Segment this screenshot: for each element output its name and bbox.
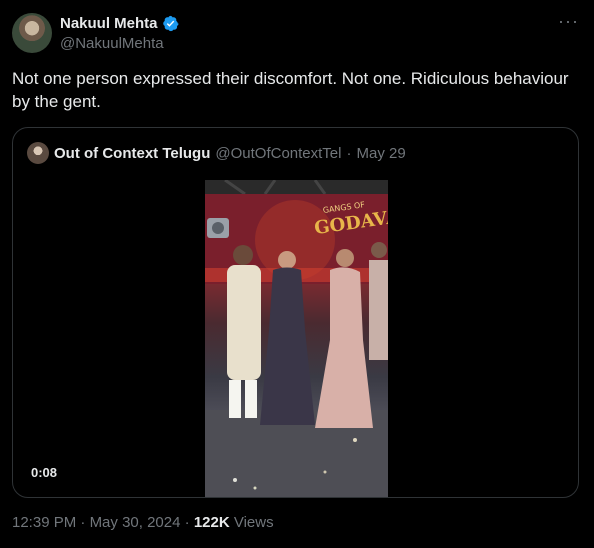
quoted-author-handle: @OutOfContextTel	[215, 144, 342, 162]
quoted-author-name: Out of Context Telugu	[54, 144, 211, 162]
tweet-time[interactable]: 12:39 PM	[12, 514, 76, 531]
video-duration: 0:08	[31, 465, 58, 480]
author-avatar[interactable]	[12, 13, 52, 53]
separator-dot: ·	[80, 514, 86, 531]
tweet-meta: 12:39 PM · May 30, 2024 · 122K Views	[12, 514, 274, 531]
tweet-header: Nakuul Mehta @NakuulMehta ···	[12, 12, 582, 56]
quoted-tweet-header: Out of Context Telugu @OutOfContextTel ·…	[27, 142, 406, 164]
views-label: Views	[233, 514, 274, 531]
separator-dot: ·	[346, 144, 352, 162]
views-count[interactable]: 122K	[194, 514, 230, 531]
video-player[interactable]: GODAVAR GANGS OF	[205, 180, 388, 497]
separator-dot: ·	[184, 514, 190, 531]
more-options-icon[interactable]: ···	[558, 12, 578, 34]
tweet-text: Not one person expressed their discomfor…	[12, 69, 569, 111]
verified-badge-icon	[162, 15, 179, 32]
quoted-author-avatar	[27, 142, 49, 164]
tweet-date[interactable]: May 30, 2024	[90, 514, 181, 531]
video-frame: GODAVAR GANGS OF	[205, 180, 388, 497]
quoted-tweet-date: May 29	[356, 144, 406, 162]
author-name-row: Nakuul Mehta	[60, 15, 179, 32]
author-name[interactable]: Nakuul Mehta	[60, 15, 158, 32]
author-handle[interactable]: @NakuulMehta	[60, 35, 164, 52]
quoted-tweet[interactable]: Out of Context Telugu @OutOfContextTel ·…	[12, 127, 579, 498]
